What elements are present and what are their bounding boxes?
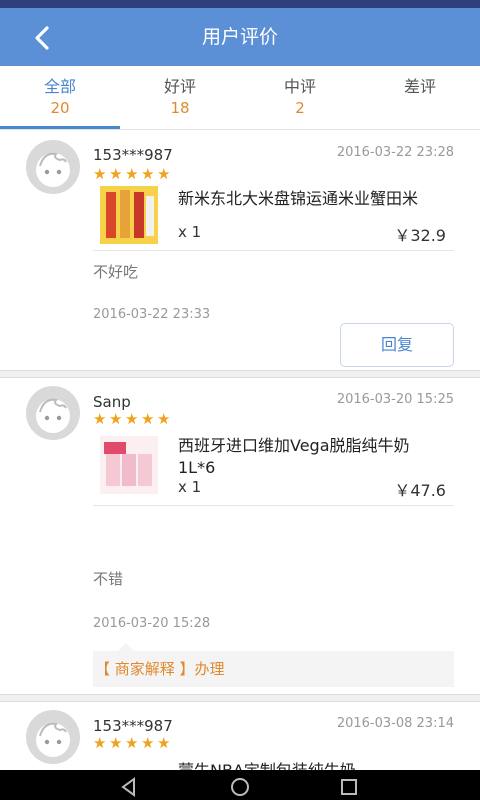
review-separator: [0, 694, 480, 702]
review-list[interactable]: 153***987 2016-03-22 23:28 ★ ★ ★ ★ ★ 新米东…: [0, 130, 480, 770]
product-name[interactable]: 蒙牛NBA定制包装纯牛奶: [178, 760, 448, 770]
avatar-face-icon: [36, 722, 70, 757]
tab-neutral[interactable]: 中评 2: [240, 66, 360, 129]
active-tab-indicator: [0, 126, 120, 129]
tab-label: 好评: [163, 77, 196, 96]
tab-count: 20: [50, 99, 70, 117]
star-icon: ★: [157, 410, 171, 428]
nav-back-icon[interactable]: [118, 776, 140, 798]
product-price: ￥32.9: [394, 226, 446, 245]
star-icon: ★: [157, 165, 171, 183]
rating-tabs: 全部 20 好评 18 中评 2 差评: [0, 66, 480, 130]
star-icon: ★: [93, 410, 107, 428]
product-price: ￥47.6: [394, 481, 446, 500]
star-icon: ★: [109, 410, 123, 428]
star-rating: ★ ★ ★ ★ ★: [93, 734, 172, 752]
product-quantity: x 1: [178, 478, 202, 496]
reply-button[interactable]: 回复: [340, 323, 454, 367]
review-comment: 不错: [93, 570, 124, 588]
star-icon: ★: [125, 734, 139, 752]
star-icon: ★: [125, 165, 139, 183]
product-quantity: x 1: [178, 223, 202, 241]
tab-label: 全部: [43, 77, 76, 96]
star-icon: ★: [93, 165, 107, 183]
avatar: [26, 140, 80, 194]
product-name[interactable]: 新米东北大米盘锦运通米业蟹田米: [178, 188, 448, 210]
status-bar: [0, 0, 480, 8]
review-item: 153***987 2016-03-08 23:14 ★ ★ ★ ★ ★ 蒙牛N…: [0, 702, 480, 770]
review-item: Sanp 2016-03-20 15:25 ★ ★ ★ ★ ★ 西班牙进口维加V…: [0, 378, 480, 694]
system-nav-bar: [0, 770, 480, 800]
star-icon: ★: [125, 410, 139, 428]
comment-date: 2016-03-22 23:33: [93, 307, 211, 322]
tab-good[interactable]: 好评 18: [120, 66, 240, 129]
tab-label: 中评: [283, 77, 316, 96]
tab-count: 2: [295, 99, 305, 117]
star-icon: ★: [93, 734, 107, 752]
reviewer-name: 153***987: [93, 146, 173, 164]
review-date: 2016-03-08 23:14: [336, 716, 454, 731]
star-icon: ★: [109, 165, 123, 183]
app-header: 用户评价: [0, 8, 480, 66]
review-comment: 不好吃: [93, 263, 139, 281]
product-thumbnail[interactable]: [100, 186, 158, 244]
nav-recent-icon[interactable]: [338, 776, 360, 798]
star-icon: ★: [109, 734, 123, 752]
reviewer-name: 153***987: [93, 717, 173, 735]
review-date: 2016-03-20 15:25: [336, 392, 454, 407]
nav-home-icon[interactable]: [229, 776, 251, 798]
merchant-reply-text: 办理: [194, 660, 225, 678]
divider: [93, 505, 454, 506]
merchant-reply-tag: 【 商家解释 】: [95, 660, 195, 678]
review-date: 2016-03-22 23:28: [336, 145, 454, 160]
star-rating: ★ ★ ★ ★ ★: [93, 410, 172, 428]
product-name[interactable]: 西班牙进口维加Vega脱脂纯牛奶1L*6: [178, 435, 442, 479]
reviewer-name: Sanp: [93, 393, 131, 411]
star-icon: ★: [141, 410, 155, 428]
comment-date: 2016-03-20 15:28: [93, 616, 211, 631]
tab-count: 18: [170, 99, 190, 117]
star-icon: ★: [141, 734, 155, 752]
avatar: [26, 386, 80, 440]
tab-label: 差评: [403, 77, 436, 96]
page-title: 用户评价: [201, 26, 278, 48]
merchant-reply-caret: [118, 643, 134, 651]
merchant-reply: 【 商家解释 】办理: [93, 651, 454, 687]
tab-all[interactable]: 全部 20: [0, 66, 120, 129]
star-rating: ★ ★ ★ ★ ★: [93, 165, 172, 183]
review-item: 153***987 2016-03-22 23:28 ★ ★ ★ ★ ★ 新米东…: [0, 130, 480, 370]
divider: [93, 250, 454, 251]
star-icon: ★: [141, 165, 155, 183]
avatar-face-icon: [36, 152, 70, 187]
review-separator: [0, 370, 480, 378]
avatar-face-icon: [36, 398, 70, 433]
tab-bad[interactable]: 差评: [360, 66, 480, 129]
product-thumbnail[interactable]: [100, 436, 158, 494]
star-icon: ★: [157, 734, 171, 752]
avatar: [26, 710, 80, 764]
